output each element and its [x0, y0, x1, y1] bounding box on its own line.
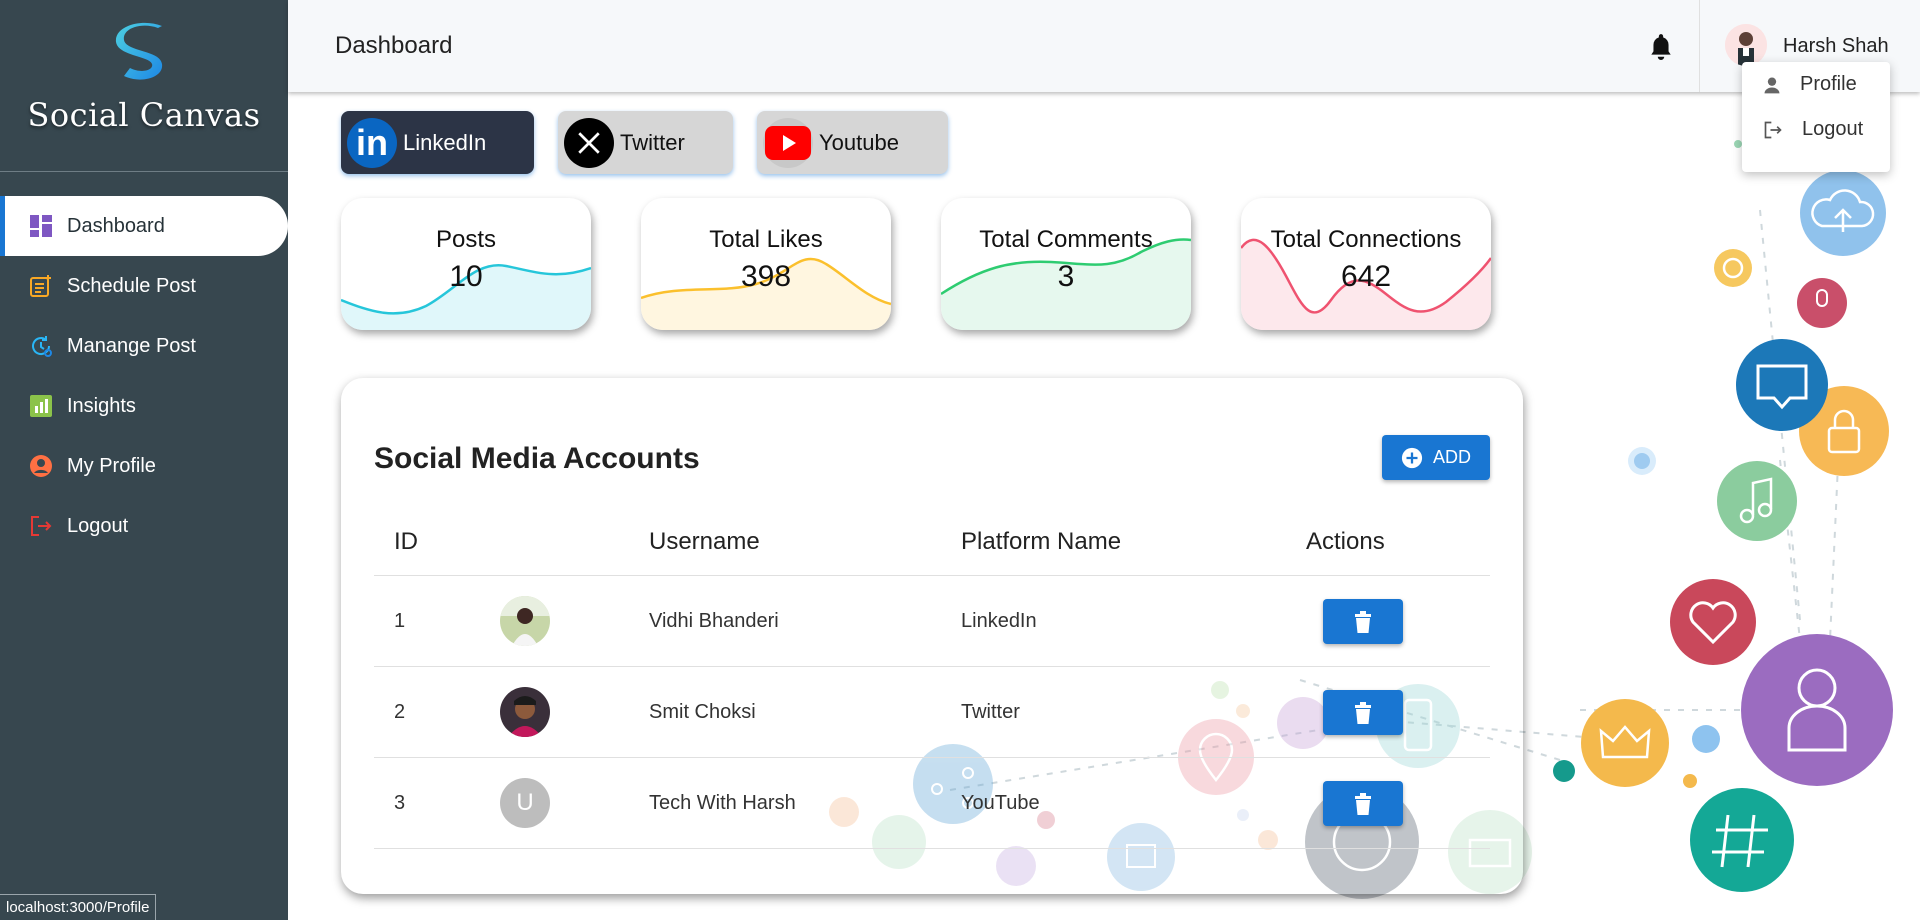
- stat-card-posts: Posts 10: [341, 198, 591, 330]
- column-header-platform: Platform Name: [961, 528, 1122, 555]
- schedule-post-icon: [28, 273, 54, 299]
- sidebar-item-label: My Profile: [67, 454, 156, 477]
- sidebar-item-my-profile[interactable]: My Profile: [0, 436, 288, 496]
- tab-linkedin[interactable]: in LinkedIn: [341, 111, 534, 174]
- cell-platform: YouTube: [961, 792, 1040, 814]
- cell-username: Tech With Harsh: [649, 792, 796, 814]
- column-header-actions: Actions: [1306, 528, 1385, 555]
- column-header-id: ID: [394, 528, 418, 555]
- account-avatar-initial: U: [500, 778, 550, 828]
- stat-card-total-connections: Total Connections 642: [1241, 198, 1491, 330]
- sidebar-item-label: Dashboard: [67, 214, 165, 237]
- sidebar: Social Canvas Dashboard Schedule Post Ma…: [0, 0, 288, 920]
- sidebar-item-logout[interactable]: Logout: [0, 496, 288, 556]
- add-account-button[interactable]: ADD: [1382, 435, 1490, 480]
- column-header-username: Username: [649, 528, 760, 555]
- row-divider: [374, 848, 1490, 849]
- cell-platform: LinkedIn: [961, 610, 1037, 632]
- cell-id: 2: [394, 701, 406, 723]
- manage-post-icon: [28, 333, 54, 359]
- sidebar-item-dashboard[interactable]: Dashboard: [0, 196, 288, 256]
- insights-icon: [28, 393, 54, 419]
- logout-icon: [1764, 121, 1782, 138]
- stat-label: Total Connections: [1270, 226, 1462, 253]
- delete-button[interactable]: [1323, 781, 1403, 826]
- stat-value: 10: [449, 260, 483, 293]
- menu-item-logout[interactable]: Logout: [1742, 107, 1890, 152]
- panel-title: Social Media Accounts: [374, 442, 700, 475]
- table-row: 3 U Tech With Harsh YouTube: [374, 758, 1490, 849]
- logout-icon: [28, 513, 54, 539]
- topbar-divider: [1699, 0, 1700, 92]
- table-row: 1 Vidhi Bhanderi LinkedIn: [374, 576, 1490, 667]
- cell-id: 1: [394, 610, 406, 632]
- trash-icon: [1355, 701, 1371, 724]
- dashboard-icon: [28, 213, 54, 239]
- linkedin-icon: in: [347, 117, 397, 168]
- sidebar-item-insights[interactable]: Insights: [0, 376, 288, 436]
- tab-label: Twitter: [620, 129, 685, 155]
- sidebar-item-label: Manange Post: [67, 334, 196, 357]
- sidebar-item-manage-post[interactable]: Manange Post: [0, 316, 288, 376]
- sidebar-item-label: Insights: [67, 394, 136, 417]
- cell-username: Vidhi Bhanderi: [649, 610, 779, 632]
- table-row: 2 Smit Choksi Twitter: [374, 667, 1490, 758]
- sidebar-item-label: Schedule Post: [67, 274, 196, 297]
- cell-id: 3: [394, 792, 406, 814]
- cell-username: Smit Choksi: [649, 701, 756, 723]
- brand: Social Canvas: [0, 0, 288, 172]
- tab-label: LinkedIn: [403, 129, 487, 155]
- status-bar-url: localhost:3000/Profile: [0, 894, 157, 920]
- tab-label: Youtube: [819, 129, 899, 155]
- stat-card-total-comments: Total Comments 3: [941, 198, 1191, 330]
- person-icon: [1764, 77, 1780, 93]
- menu-item-label: Profile: [1800, 73, 1857, 95]
- tab-youtube[interactable]: Youtube: [757, 111, 948, 174]
- stat-label: Total Likes: [709, 226, 823, 253]
- stat-value: 398: [740, 260, 792, 293]
- stat-label: Total Comments: [979, 226, 1153, 253]
- menu-item-label: Logout: [1802, 118, 1864, 140]
- add-circle-icon: [1401, 447, 1423, 468]
- tab-twitter[interactable]: Twitter: [558, 111, 733, 174]
- sidebar-item-schedule-post[interactable]: Schedule Post: [0, 256, 288, 316]
- user-avatar[interactable]: [1725, 24, 1767, 66]
- stat-card-total-likes: Total Likes 398: [641, 198, 891, 330]
- add-button-label: ADD: [1432, 447, 1471, 467]
- youtube-icon: [763, 117, 813, 168]
- x-twitter-icon: [564, 117, 614, 168]
- sidebar-item-label: Logout: [67, 514, 129, 537]
- account-avatar: [500, 687, 550, 737]
- delete-button[interactable]: [1323, 599, 1403, 644]
- stat-value: 3: [1057, 260, 1075, 293]
- trash-icon: [1355, 610, 1371, 633]
- trash-icon: [1355, 792, 1371, 815]
- notification-bell-icon[interactable]: [1648, 32, 1674, 60]
- user-menu: Profile Logout: [1742, 62, 1890, 172]
- top-bar: Dashboard Harsh Shah: [288, 0, 1920, 92]
- stat-label: Posts: [435, 226, 497, 253]
- user-name[interactable]: Harsh Shah: [1783, 35, 1889, 58]
- account-circle-icon: [28, 453, 54, 479]
- account-avatar: [500, 596, 550, 646]
- delete-button[interactable]: [1323, 690, 1403, 735]
- menu-item-profile[interactable]: Profile: [1742, 62, 1890, 107]
- social-accounts-panel: Social Media Accounts ADD ID Username Pl…: [341, 378, 1523, 894]
- page-title: Dashboard: [335, 32, 453, 59]
- brand-name: Social Canvas: [27, 96, 261, 134]
- avatar-letter: U: [516, 789, 534, 816]
- brand-logo-icon: [115, 22, 163, 80]
- cell-platform: Twitter: [961, 701, 1020, 723]
- sidebar-nav: Dashboard Schedule Post Manange Post Ins…: [0, 196, 288, 556]
- stat-value: 642: [1340, 260, 1392, 293]
